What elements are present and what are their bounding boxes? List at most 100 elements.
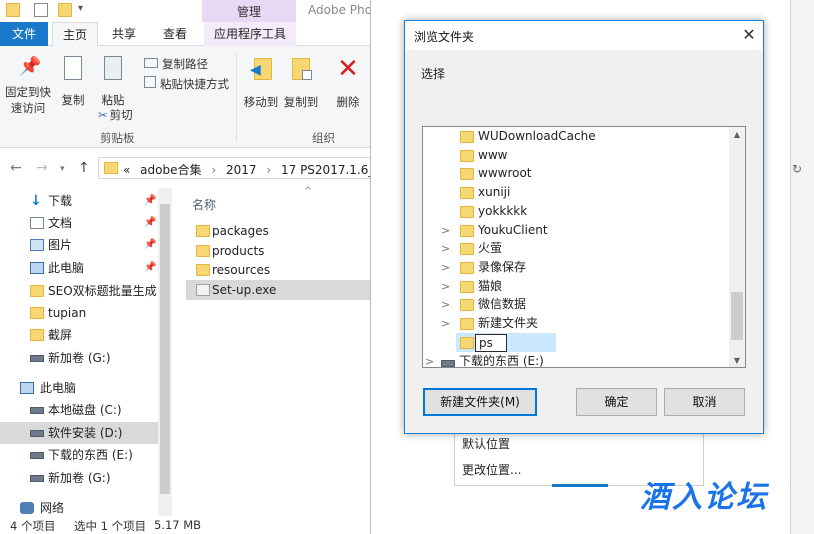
pin-quick-access-button[interactable]: 📌 固定到快 速访问 [4, 56, 52, 116]
sidebar-item-label: 新加卷 (G:) [48, 351, 111, 365]
sidebar-item[interactable]: 截屏 [0, 324, 158, 346]
sidebar-item[interactable]: 文档 📌 [0, 212, 158, 234]
chevron-right-icon[interactable]: > [441, 314, 450, 333]
folder-name-input[interactable]: ps [475, 334, 507, 352]
folder-icon [460, 318, 474, 330]
move-to-button[interactable]: ◀ 移动到 [242, 56, 280, 110]
paste-shortcut-label: 粘贴快捷方式 [160, 77, 229, 91]
customize-quick-access-icon[interactable]: ▾ [78, 3, 92, 17]
tree-item-drive-e[interactable]: > 下载的东西 (E:) [423, 352, 729, 371]
paste-button[interactable]: 粘贴 [98, 56, 128, 108]
context-tab-manage[interactable]: 管理 [202, 3, 296, 20]
folder-icon [460, 299, 474, 311]
column-header-name[interactable]: 名称 [192, 196, 216, 213]
tree-item[interactable]: xuniji [423, 183, 729, 202]
sidebar-item[interactable]: tupian [0, 302, 158, 324]
tree-item-label: xuniji [478, 185, 511, 199]
menu-accent-line [552, 484, 608, 487]
cut-label: 剪切 [109, 108, 133, 122]
tree-item[interactable]: www [423, 146, 729, 165]
tree-item-label: wwwroot [478, 166, 532, 180]
address-bar[interactable]: « adobe合集 › 2017 › 17 PS2017.1.6_SP_2 [98, 157, 403, 179]
tree-item[interactable]: WUDownloadCache [423, 127, 729, 146]
back-arrow-icon[interactable]: ← [10, 160, 22, 176]
sidebar-item[interactable]: 图片 📌 [0, 234, 158, 256]
breadcrumb-separator[interactable]: › [266, 163, 271, 177]
file-row[interactable]: packages [186, 221, 370, 241]
sidebar-item-label: 下载的东西 (E:) [48, 448, 133, 462]
folder-icon [30, 285, 44, 297]
sidebar-item-label: 新加卷 (G:) [48, 471, 111, 485]
tree-item[interactable]: > 新建文件夹 [423, 314, 729, 333]
tree-item[interactable]: > 录像保存 [423, 258, 729, 277]
paste-shortcut-button[interactable]: 粘贴快捷方式 [144, 76, 229, 92]
tree-item[interactable]: > YoukuClient [423, 221, 729, 240]
chevron-right-icon[interactable]: > [441, 277, 450, 296]
close-icon[interactable]: ✕ [736, 22, 762, 48]
tree-item[interactable]: > 微信数据 [423, 295, 729, 314]
breadcrumb-overflow[interactable]: « [123, 163, 130, 177]
breadcrumb-separator[interactable]: › [211, 163, 216, 177]
sidebar-item[interactable]: 软件安装 (D:) [0, 422, 158, 444]
tree-item[interactable]: wwwroot [423, 164, 729, 183]
delete-button[interactable]: ✕ 删除 [332, 56, 364, 110]
sidebar-item[interactable]: 新加卷 (G:) [0, 467, 158, 489]
network-icon [20, 502, 34, 514]
scroll-down-icon[interactable]: ▼ [731, 356, 743, 365]
file-row[interactable]: products [186, 241, 370, 261]
new-folder-icon[interactable] [58, 3, 72, 17]
navigation-scroll-thumb[interactable] [160, 204, 170, 494]
cut-button[interactable]: ✂ 剪切 [98, 107, 133, 123]
menu-item-change-location[interactable]: 更改位置... [462, 461, 521, 478]
tab-home[interactable]: 主页 [52, 22, 98, 47]
menu-item-default-location[interactable]: 默认位置 [462, 435, 510, 452]
tree-item[interactable]: > 火萤 [423, 239, 729, 258]
file-row[interactable]: Set-up.exe [186, 280, 370, 300]
sidebar-item[interactable]: 此电脑 [0, 377, 158, 399]
scroll-up-icon[interactable]: ▲ [731, 130, 743, 139]
chevron-right-icon[interactable]: > [425, 352, 434, 371]
sidebar-item[interactable]: 新加卷 (G:) [0, 347, 158, 369]
pin-label-line2: 速访问 [10, 101, 46, 115]
tree-item[interactable]: yokkkkk [423, 202, 729, 221]
tab-share[interactable]: 共享 [104, 22, 144, 46]
sidebar-item-label: 下载 [48, 194, 73, 208]
sidebar-item[interactable]: 本地磁盘 (C:) [0, 399, 158, 421]
copy-to-button[interactable]: 复制到 [282, 56, 320, 110]
ok-button[interactable]: 确定 [576, 388, 657, 416]
sidebar-item[interactable]: 此电脑 📌 [0, 257, 158, 279]
new-folder-button[interactable]: 新建文件夹(M) [423, 388, 537, 416]
cancel-button[interactable]: 取消 [664, 388, 745, 416]
recent-locations-chevron-icon[interactable]: ▾ [60, 164, 65, 174]
sidebar-item[interactable]: SEO双标题批量生成 [0, 280, 158, 302]
folder-icon [460, 131, 474, 143]
tab-app-tools[interactable]: 应用程序工具 [204, 22, 296, 46]
forward-arrow-icon[interactable]: → [36, 160, 48, 176]
chevron-right-icon[interactable]: > [441, 295, 450, 314]
tab-view[interactable]: 查看 [154, 22, 196, 46]
tree-scroll-thumb[interactable] [731, 292, 743, 340]
refresh-icon[interactable]: ↻ [792, 162, 802, 176]
sidebar-item[interactable]: 下载的东西 (E:) [0, 444, 158, 466]
tree-item[interactable]: > 猫娘 [423, 277, 729, 296]
properties-icon[interactable] [34, 3, 48, 17]
sidebar-item[interactable]: ↓ 下载 📌 [0, 190, 158, 212]
copy-label: 复制 [61, 93, 85, 107]
chevron-right-icon[interactable]: > [441, 239, 450, 258]
copy-path-icon [144, 58, 158, 68]
tab-file[interactable]: 文件 [0, 22, 48, 46]
window-title: Adobe Pho [308, 3, 372, 17]
breadcrumb-adobe[interactable]: adobe合集 [140, 163, 201, 177]
copy-button[interactable]: 复制 [58, 56, 88, 108]
chevron-right-icon[interactable]: > [441, 258, 450, 277]
copy-path-button[interactable]: 复制路径 [144, 56, 208, 72]
tree-item-label: YoukuClient [478, 223, 548, 237]
file-row[interactable]: resources [186, 260, 370, 280]
chevron-right-icon[interactable]: > [441, 221, 450, 240]
up-arrow-icon[interactable]: ↑ [78, 160, 90, 176]
tree-item-label: WUDownloadCache [478, 129, 596, 143]
file-name: packages [212, 224, 269, 238]
sort-chevron-icon[interactable]: ^ [304, 186, 312, 197]
breadcrumb-2017[interactable]: 2017 [226, 163, 257, 177]
move-to-label: 移动到 [243, 95, 279, 109]
